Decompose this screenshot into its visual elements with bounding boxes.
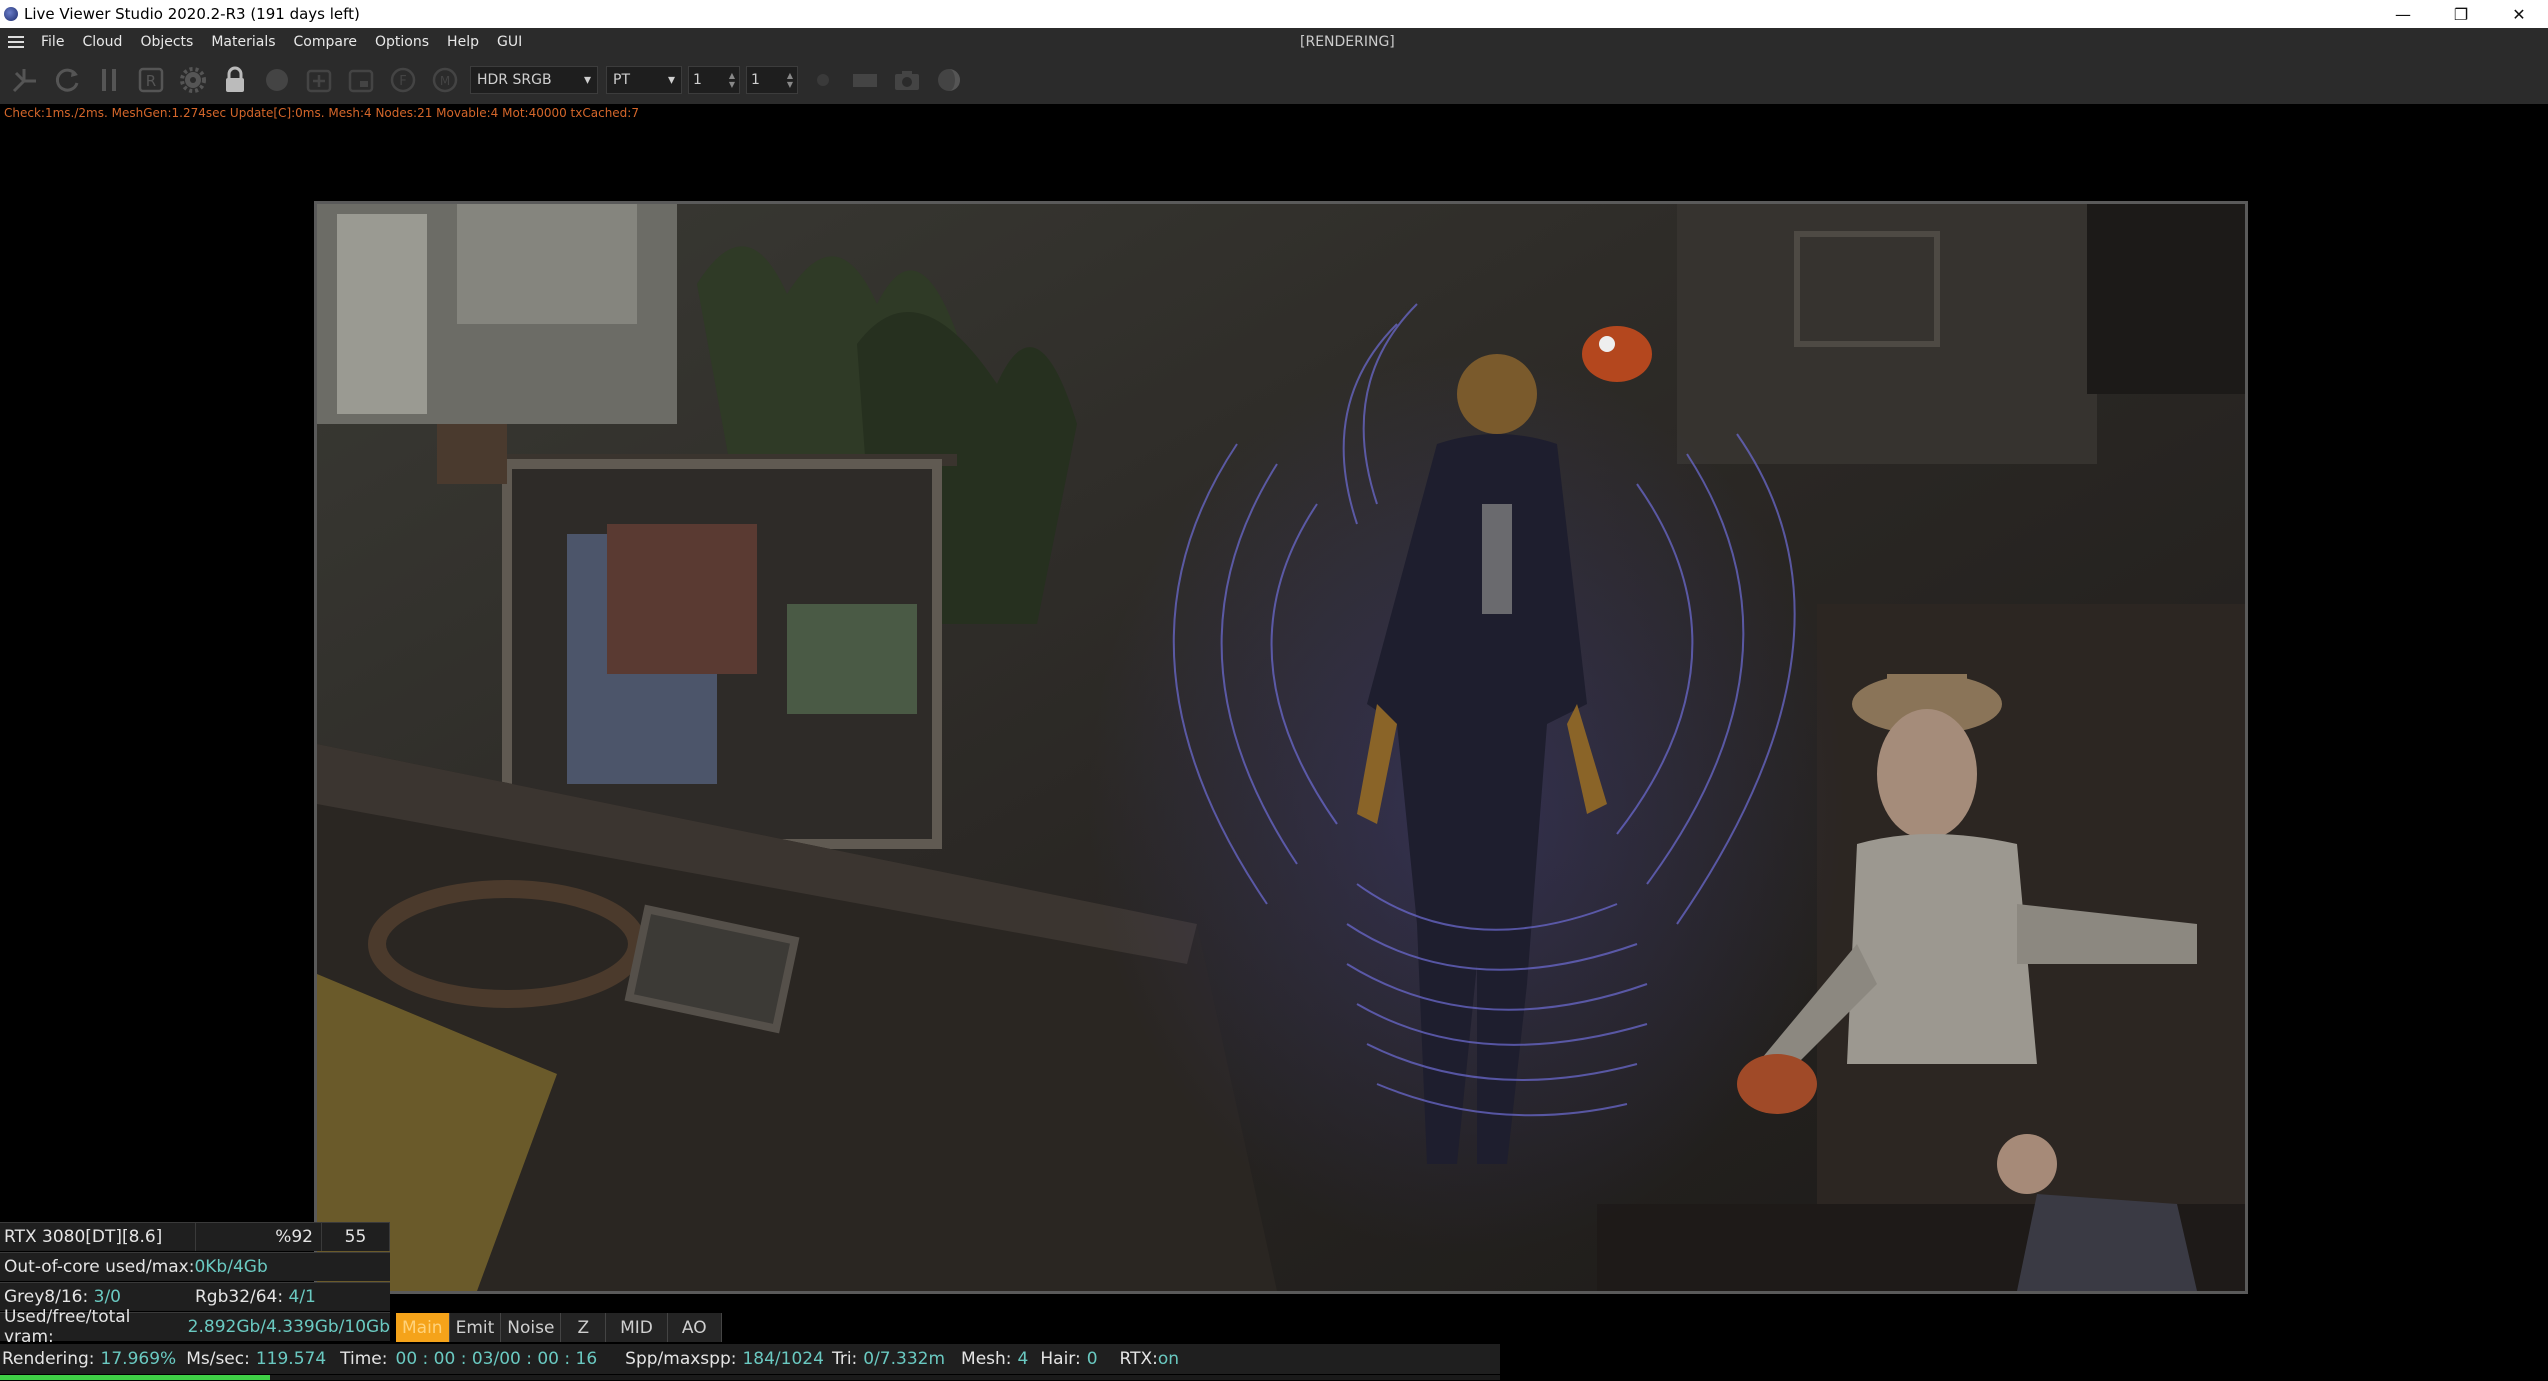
render-progress-fill	[0, 1375, 270, 1380]
rgb-value: 4/1	[288, 1287, 316, 1307]
time-label: Time:	[340, 1349, 388, 1369]
tri-value: 0/7.332m	[863, 1349, 946, 1369]
spin-arrows-icon[interactable]: ▲ ▼	[729, 71, 735, 89]
grey-value: 3/0	[93, 1287, 121, 1307]
hair-value: 0	[1086, 1349, 1098, 1369]
tri-label: Tri:	[831, 1349, 858, 1369]
film-strip-icon[interactable]	[848, 63, 882, 97]
menu-materials[interactable]: Materials	[202, 28, 284, 56]
settings-gear-icon[interactable]	[176, 63, 210, 97]
rtx-label: RTX:	[1119, 1349, 1158, 1369]
restart-render-icon[interactable]	[50, 63, 84, 97]
time-value: 00 : 00 : 03/00 : 00 : 16	[395, 1349, 598, 1369]
menu-options[interactable]: Options	[366, 28, 438, 56]
hair-label: Hair:	[1040, 1349, 1081, 1369]
toolbar: R F M HDR SRGB ▾ PT ▾ 1 ▲ ▼ 1 ▲ ▼	[0, 56, 2548, 104]
camera-icon[interactable]	[890, 63, 924, 97]
menu-bar: File Cloud Objects Materials Compare Opt…	[0, 28, 2548, 56]
material-ball-icon[interactable]	[260, 63, 294, 97]
rtx-value: on	[1157, 1349, 1180, 1369]
gpu-info-row: RTX 3080[DT][8.6] %92 55	[0, 1222, 390, 1251]
tab-noise[interactable]: Noise	[501, 1313, 562, 1342]
window-controls: — ❐ ✕	[2374, 0, 2548, 28]
svg-text:R: R	[146, 72, 156, 90]
vram-value: 2.892Gb/4.339Gb/10Gb	[187, 1317, 390, 1337]
spin-box-2[interactable]: 1 ▲ ▼	[746, 66, 798, 94]
ooc-label: Out-of-core used/max:	[4, 1257, 195, 1277]
record-dot-icon[interactable]	[806, 63, 840, 97]
render-progress-bar	[0, 1375, 1500, 1380]
svg-text:M: M	[440, 74, 450, 88]
chevron-down-icon: ▾	[667, 72, 675, 88]
window-title: Live Viewer Studio 2020.2-R3 (191 days l…	[24, 5, 360, 23]
chevron-down-icon: ▾	[583, 72, 591, 88]
app-logo-icon	[4, 7, 18, 21]
lock-icon[interactable]	[218, 63, 252, 97]
tab-main[interactable]: Main	[396, 1313, 450, 1342]
close-button[interactable]: ✕	[2490, 0, 2548, 28]
color-space-select[interactable]: HDR SRGB ▾	[470, 66, 598, 94]
save-image-icon[interactable]	[344, 63, 378, 97]
menu-file[interactable]: File	[32, 28, 73, 56]
kernel-select[interactable]: PT ▾	[606, 66, 682, 94]
menu-compare[interactable]: Compare	[285, 28, 367, 56]
spin-2-value: 1	[751, 72, 760, 88]
render-status-bar: Rendering: 17.969% Ms/sec: 119.574 Time:…	[0, 1344, 1500, 1374]
rendered-scene-image	[317, 204, 2245, 1291]
transform-gizmo-icon[interactable]	[8, 63, 42, 97]
tab-mid[interactable]: MID	[606, 1313, 668, 1342]
ms-value: 119.574	[255, 1349, 327, 1369]
menu-gui[interactable]: GUI	[488, 28, 531, 56]
out-of-core-row: Out-of-core used/max: 0Kb/4Gb	[0, 1252, 390, 1281]
debug-stats-line: Check:1ms./2ms. MeshGen:1.274sec Update[…	[4, 106, 639, 120]
minimize-button[interactable]: —	[2374, 0, 2432, 28]
menu-help[interactable]: Help	[438, 28, 488, 56]
menu-cloud[interactable]: Cloud	[73, 28, 131, 56]
spin-1-value: 1	[693, 72, 702, 88]
rendering-value: 17.969%	[100, 1349, 177, 1369]
focus-picker-icon[interactable]: F	[386, 63, 420, 97]
pause-icon[interactable]	[92, 63, 126, 97]
svg-text:F: F	[399, 74, 406, 89]
environment-sphere-icon[interactable]	[932, 63, 966, 97]
spp-value: 184/1024	[742, 1349, 824, 1369]
grey-label: Grey8/16:	[4, 1287, 89, 1307]
gpu-usage: %92	[196, 1223, 322, 1251]
spin-arrows-icon[interactable]: ▲ ▼	[787, 71, 793, 89]
gpu-temperature: 55	[322, 1223, 390, 1251]
rgb-label: Rgb32/64:	[194, 1287, 284, 1307]
mesh-label: Mesh:	[961, 1349, 1012, 1369]
title-bar: Live Viewer Studio 2020.2-R3 (191 days l…	[0, 0, 2548, 28]
ooc-value: 0Kb/4Gb	[194, 1257, 268, 1277]
menu-objects[interactable]: Objects	[131, 28, 202, 56]
material-picker-icon[interactable]: M	[428, 63, 462, 97]
spp-label: Spp/maxspp:	[625, 1349, 737, 1369]
ms-label: Ms/sec:	[186, 1349, 250, 1369]
rendering-label: Rendering:	[2, 1349, 95, 1369]
render-pass-tabs: Main Emit Noise Z MID AO	[396, 1313, 722, 1342]
render-status-label: [RENDERING]	[1300, 34, 1395, 50]
restore-button[interactable]: ❐	[2432, 0, 2490, 28]
region-render-icon[interactable]: R	[134, 63, 168, 97]
hamburger-menu-icon[interactable]	[8, 36, 24, 48]
gpu-name: RTX 3080[DT][8.6]	[0, 1223, 196, 1251]
render-viewport[interactable]	[314, 201, 2248, 1294]
vram-label: Used/free/total vram:	[4, 1307, 131, 1347]
tab-emit[interactable]: Emit	[449, 1313, 502, 1342]
vram-row: Used/free/total vram: 2.892Gb/4.339Gb/10…	[0, 1307, 390, 1347]
spin-box-1[interactable]: 1 ▲ ▼	[688, 66, 740, 94]
color-space-value: HDR SRGB	[477, 72, 552, 88]
add-object-icon[interactable]	[302, 63, 336, 97]
kernel-value: PT	[613, 72, 630, 88]
mesh-value: 4	[1017, 1349, 1029, 1369]
tab-z[interactable]: Z	[561, 1313, 607, 1342]
tab-ao[interactable]: AO	[667, 1313, 722, 1342]
